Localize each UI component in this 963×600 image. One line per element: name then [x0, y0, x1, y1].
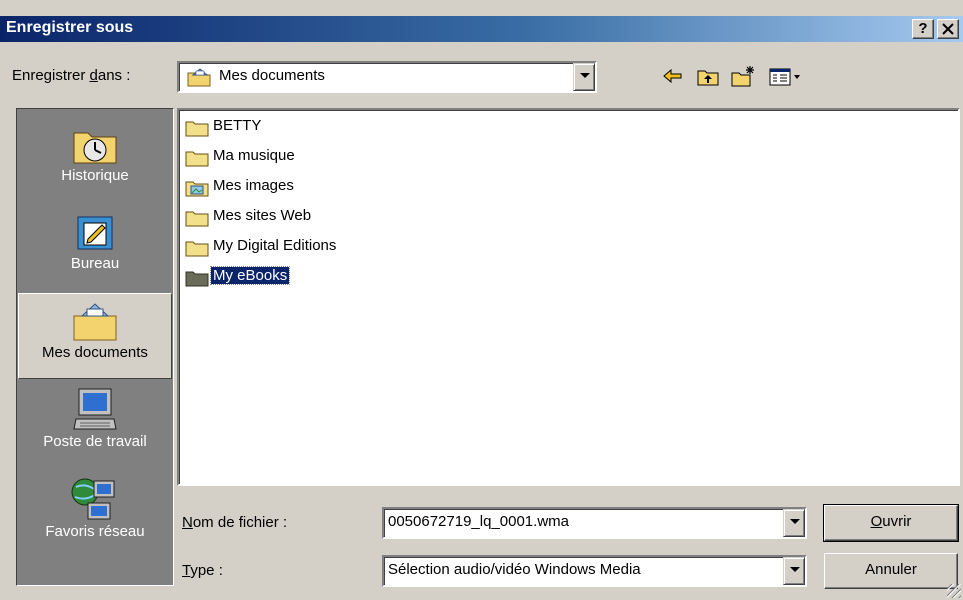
list-item-label: Mes sites Web: [213, 207, 312, 224]
open-button[interactable]: Ouvrir: [823, 504, 959, 542]
window-title: Enregistrer sous: [6, 19, 134, 36]
place-my-computer[interactable]: Poste de travail: [18, 385, 172, 469]
list-item-label: Mes images: [213, 177, 294, 194]
view-menu-icon[interactable]: [768, 64, 802, 88]
place-history[interactable]: Historique: [18, 123, 172, 209]
type-label-rest: ype :: [190, 562, 223, 579]
place-label: Historique: [61, 167, 129, 184]
folder-icon: [185, 211, 209, 227]
filename-label: Nom de fichier :: [182, 514, 287, 531]
my-documents-icon: [73, 303, 117, 341]
list-item-label: My Digital Editions: [213, 237, 337, 254]
desktop-icon: [77, 216, 113, 250]
place-label: Favoris réseau: [45, 523, 145, 540]
network-places-icon: [71, 478, 115, 520]
save-in-label-access: d: [89, 67, 98, 84]
my-documents-icon: [187, 68, 211, 87]
place-network[interactable]: Favoris réseau: [18, 475, 172, 565]
type-value: Sélection audio/vidéo Windows Media: [388, 561, 641, 578]
file-list[interactable]: BETTY Ma musique Mes images Mes sites We…: [177, 108, 960, 486]
history-icon: [73, 132, 117, 164]
type-label: Type :: [182, 562, 223, 579]
pictures-folder-icon: [185, 181, 209, 197]
folder-icon: [185, 271, 209, 287]
back-arrow-icon[interactable]: [662, 64, 684, 88]
filename-dropdown-button[interactable]: [783, 509, 805, 537]
folder-icon: [185, 121, 209, 137]
folder-icon: [185, 151, 209, 167]
filename-label-access: N: [182, 514, 193, 531]
place-label: Mes documents: [42, 344, 148, 361]
new-folder-icon[interactable]: [730, 64, 756, 88]
open-button-rest: uvrir: [882, 513, 912, 530]
my-computer-icon: [73, 388, 117, 430]
filename-input[interactable]: 0050672719_lq_0001.wma: [382, 507, 807, 539]
folder-icon: [185, 241, 209, 257]
list-item-label: My eBooks: [209, 266, 291, 285]
type-dropdown-button[interactable]: [783, 557, 805, 585]
save-as-dialog: Enregistrer sous ? Enregistrer dans : Me…: [0, 0, 963, 600]
title-bar[interactable]: Enregistrer sous ?: [0, 16, 963, 42]
help-button[interactable]: ?: [912, 19, 934, 39]
resize-grip[interactable]: [947, 584, 961, 598]
type-select[interactable]: Sélection audio/vidéo Windows Media: [382, 555, 807, 587]
open-button-access: O: [870, 513, 883, 530]
place-label: Bureau: [70, 255, 120, 272]
filename-value: 0050672719_lq_0001.wma: [388, 513, 569, 530]
save-in-label-prefix: Enregistrer: [12, 67, 90, 84]
save-in-label-suffix: ans :: [97, 67, 131, 84]
cancel-button[interactable]: Annuler: [824, 553, 958, 589]
save-in-label: Enregistrer dans :: [12, 67, 130, 84]
save-in-combo[interactable]: Mes documents: [177, 61, 597, 93]
list-item-label: BETTY: [213, 117, 262, 134]
filename-label-rest: om de fichier :: [192, 514, 288, 531]
close-icon: [942, 23, 954, 35]
up-folder-icon[interactable]: [696, 64, 720, 88]
close-button[interactable]: [937, 19, 959, 39]
save-in-dropdown-button[interactable]: [573, 63, 595, 91]
place-label: Poste de travail: [43, 433, 147, 450]
place-my-documents[interactable]: Mes documents: [18, 293, 172, 379]
place-desktop[interactable]: Bureau: [18, 211, 172, 291]
places-bar: Historique Bureau Mes documents Poste de…: [16, 108, 174, 586]
save-in-value: Mes documents: [219, 67, 325, 84]
list-item-label: Ma musique: [213, 147, 295, 164]
